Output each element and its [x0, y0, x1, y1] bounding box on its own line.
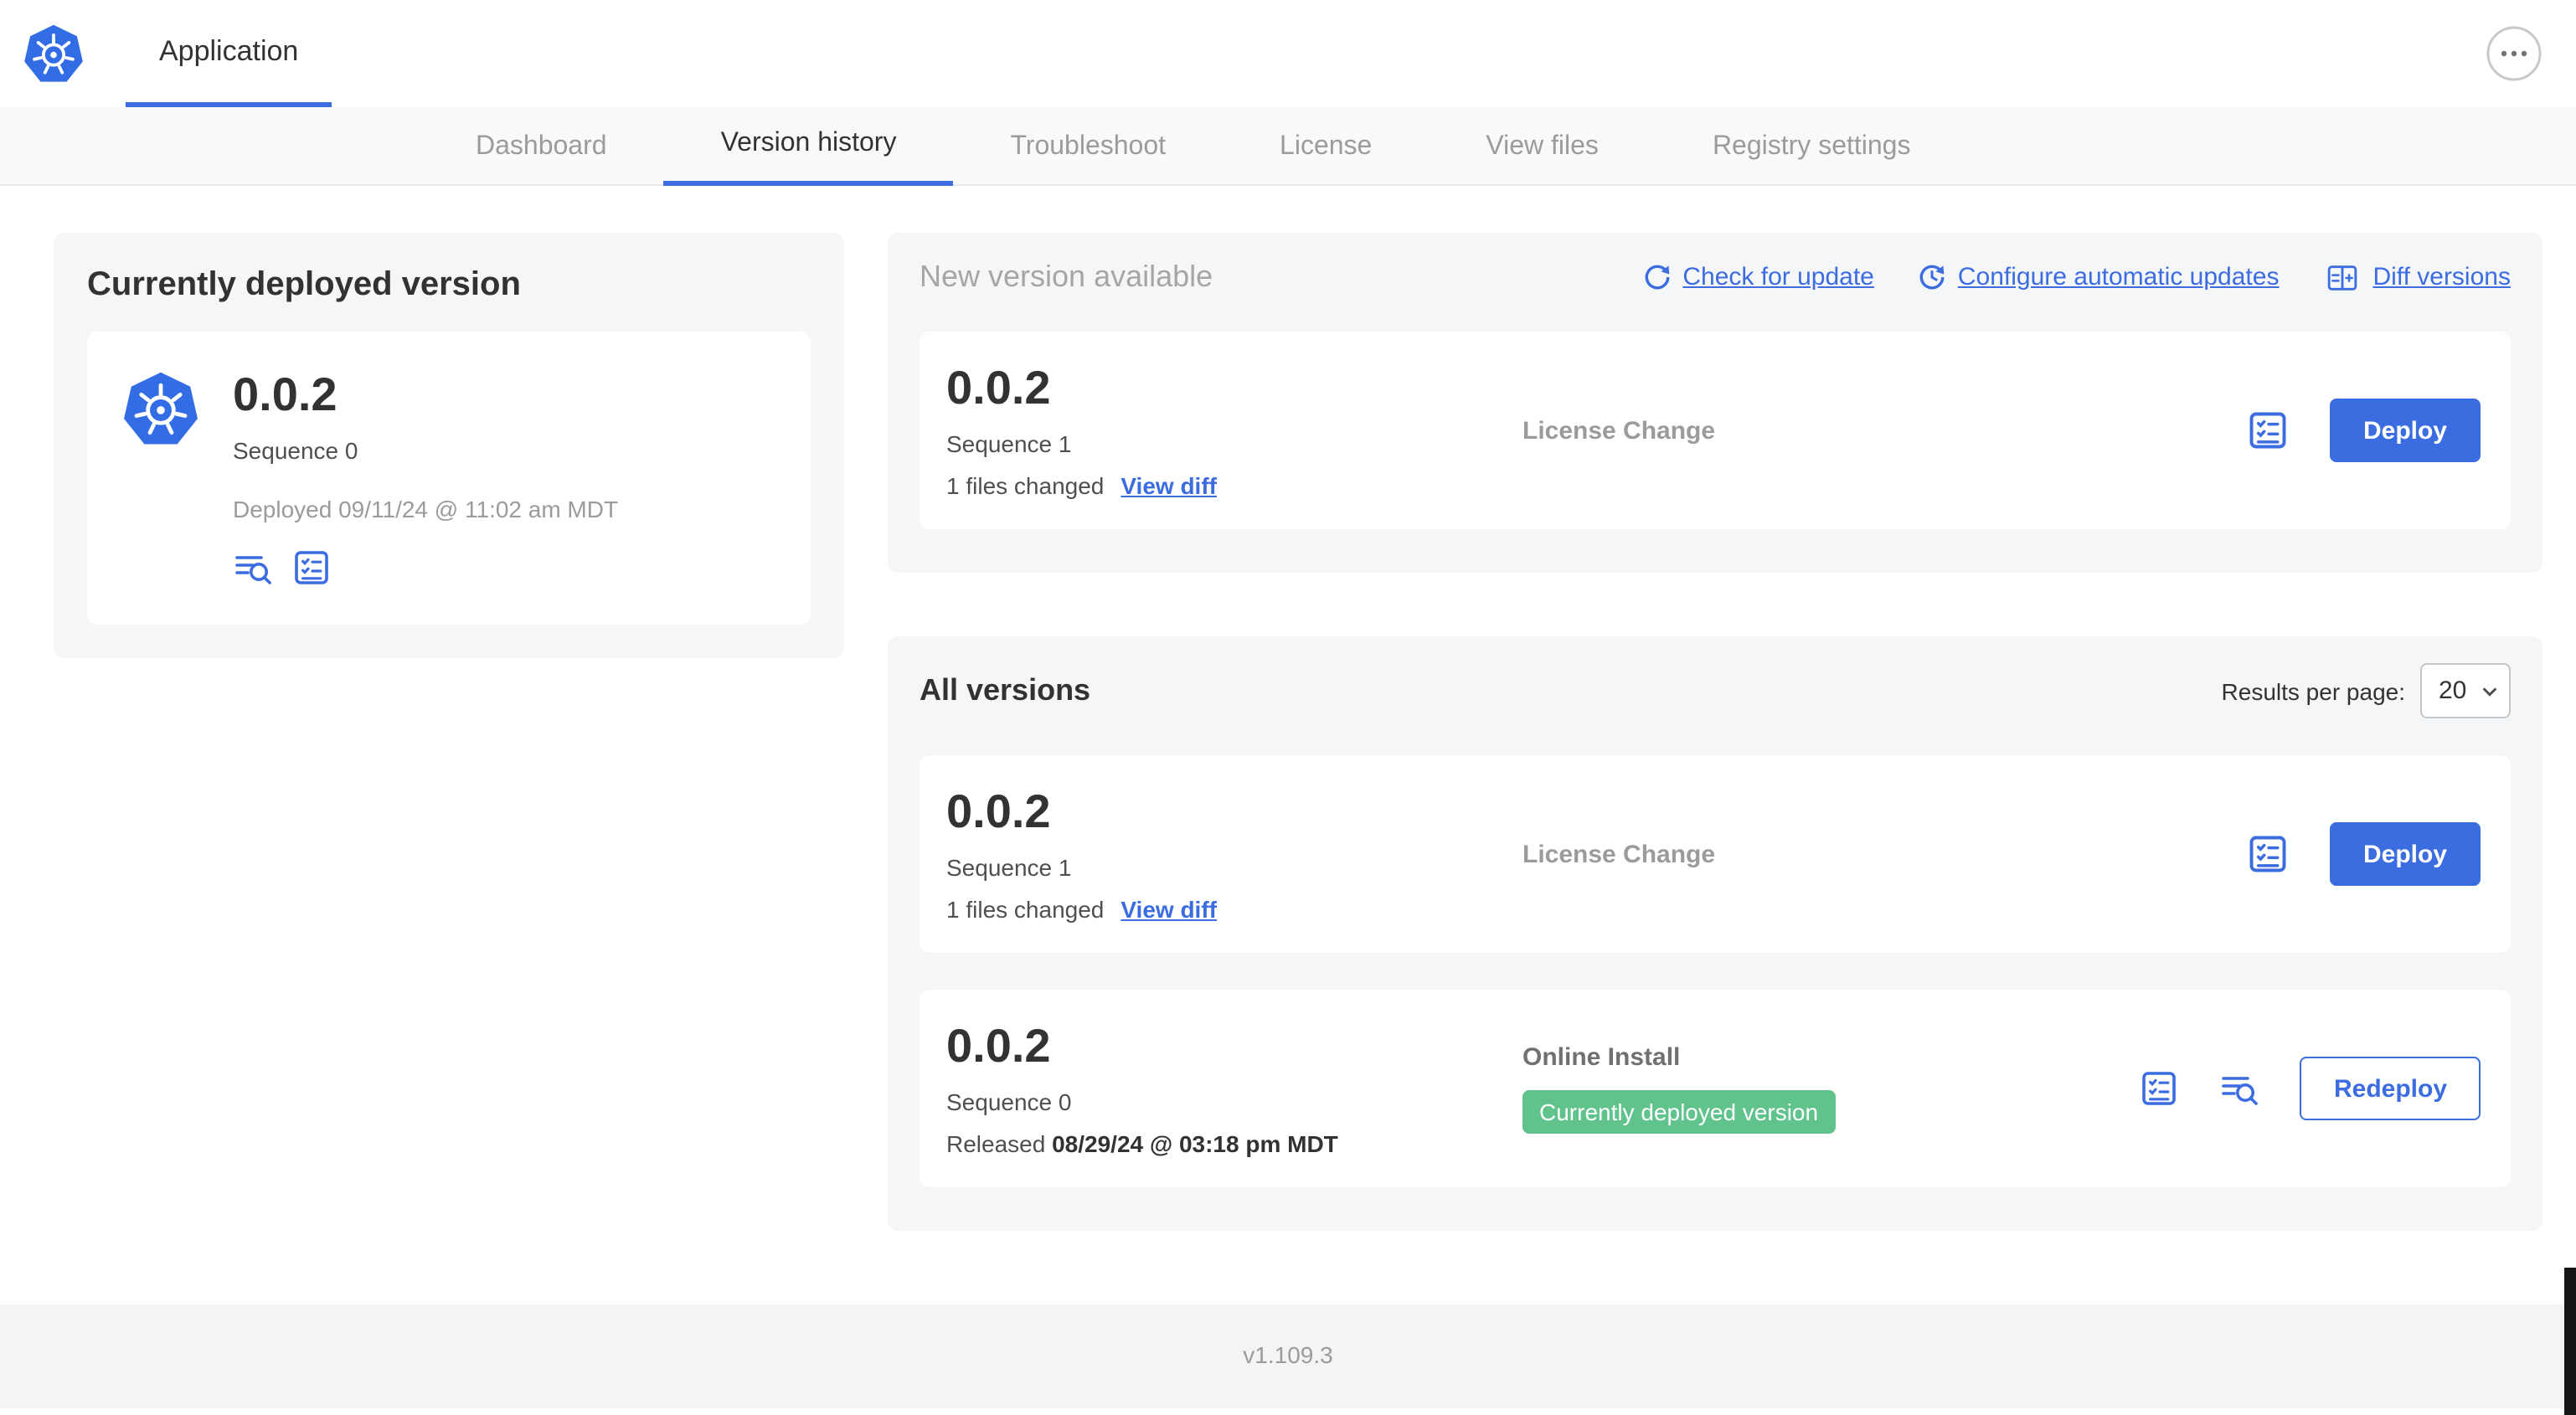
check-for-update-link[interactable]: Check for update — [1642, 263, 1874, 291]
new-version-title: New version available — [920, 260, 1213, 293]
currently-deployed-badge: Currently deployed version — [1522, 1090, 1836, 1134]
results-per-page-label: Results per page: — [2221, 677, 2405, 704]
tab-troubleshoot[interactable]: Troubleshoot — [953, 107, 1223, 186]
preflight-checks-icon[interactable] — [2246, 832, 2290, 876]
files-changed-row: 1 files changed View diff — [946, 472, 1522, 499]
tab-registry-settings[interactable]: Registry settings — [1656, 107, 1968, 186]
tab-registry-settings-label: Registry settings — [1712, 131, 1911, 160]
refresh-icon — [1644, 265, 1669, 290]
results-per-page-select[interactable]: 20 — [2420, 663, 2511, 718]
tab-version-history[interactable]: Version history — [663, 107, 954, 186]
app-nav-tabs: Dashboard Version history Troubleshoot L… — [0, 107, 2576, 186]
console-version: v1.109.3 — [1243, 1341, 1333, 1368]
app-tab-label: Application — [159, 34, 299, 66]
top-bar: Application — [0, 0, 2576, 107]
diff-versions-link[interactable]: Diff versions — [2322, 260, 2511, 294]
schedule-update-icon — [1919, 265, 1945, 290]
version-source-label: Online Install — [1522, 1043, 1681, 1072]
deployed-actions — [233, 548, 618, 588]
preflight-checks-icon[interactable] — [2246, 409, 2290, 452]
right-column: New version available Check for update C… — [888, 233, 2543, 1231]
files-changed-row: 1 files changed View diff — [946, 896, 1522, 923]
tab-troubleshoot-label: Troubleshoot — [1010, 131, 1167, 160]
tab-dashboard-label: Dashboard — [476, 131, 607, 160]
files-changed-text: 1 files changed — [946, 896, 1105, 923]
all-versions-title: All versions — [920, 673, 1091, 707]
new-version-number: 0.0.2 — [946, 362, 1051, 414]
new-version-source: License Change — [1522, 416, 2246, 445]
configure-automatic-updates-label: Configure automatic updates — [1957, 263, 2280, 291]
scrollbar-thumb[interactable] — [2564, 1268, 2576, 1415]
results-per-page: Results per page: 20 — [2222, 663, 2511, 718]
version-row: 0.0.2 Sequence 0 Released 08/29/24 @ 03:… — [920, 990, 2511, 1187]
released-date: 08/29/24 @ 03:18 pm MDT — [1052, 1130, 1338, 1157]
configure-automatic-updates-link[interactable]: Configure automatic updates — [1918, 263, 2280, 291]
diff-versions-label: Diff versions — [2372, 263, 2511, 291]
released-label: Released — [946, 1130, 1046, 1157]
version-row-source: Online Install Currently deployed versio… — [1522, 1043, 2140, 1134]
all-versions-header: All versions Results per page: 20 — [920, 663, 2511, 718]
admin-console-page: Application Dashboard Version history Tr… — [0, 0, 2576, 1415]
tab-view-files-label: View files — [1486, 131, 1599, 160]
preflight-checks-icon[interactable] — [2140, 1068, 2180, 1109]
version-row-source: License Change — [1522, 840, 2246, 868]
tab-dashboard[interactable]: Dashboard — [419, 107, 664, 186]
new-version-actions: Deploy — [2246, 399, 2484, 462]
tab-license-label: License — [1280, 131, 1373, 160]
version-sequence: Sequence 1 — [946, 854, 1072, 881]
tab-application[interactable]: Application — [126, 0, 332, 107]
version-actions: Check for update Configure automatic upd… — [1642, 260, 2511, 294]
footer: v1.109.3 — [0, 1304, 2576, 1408]
version-row: 0.0.2 Sequence 1 1 files changed View di… — [920, 755, 2511, 953]
released-timestamp: Released 08/29/24 @ 03:18 pm MDT — [946, 1130, 1522, 1157]
version-row-info: 0.0.2 Sequence 0 Released 08/29/24 @ 03:… — [946, 1020, 1522, 1157]
tab-view-files[interactable]: View files — [1429, 107, 1656, 186]
preflight-checks-icon[interactable] — [291, 548, 332, 588]
version-sequence: Sequence 0 — [946, 1088, 1072, 1115]
version-row-info: 0.0.2 Sequence 1 1 files changed View di… — [946, 785, 1522, 923]
view-diff-link[interactable]: View diff — [1121, 472, 1217, 499]
kubernetes-app-icon — [124, 372, 198, 445]
release-notes-icon[interactable] — [2220, 1068, 2260, 1109]
currently-deployed-title: Currently deployed version — [87, 266, 521, 303]
all-versions-panel: All versions Results per page: 20 0.0.2 … — [888, 636, 2543, 1231]
deployed-version-number: 0.0.2 — [233, 368, 337, 420]
new-version-card: 0.0.2 Sequence 1 1 files changed View di… — [920, 332, 2511, 529]
version-source-label: License Change — [1522, 840, 1716, 868]
tab-license[interactable]: License — [1223, 107, 1429, 186]
release-notes-icon[interactable] — [233, 548, 273, 588]
redeploy-button[interactable]: Redeploy — [2300, 1057, 2481, 1120]
tab-version-history-label: Version history — [720, 129, 897, 157]
check-for-update-label: Check for update — [1682, 263, 1874, 291]
view-diff-link[interactable]: View diff — [1121, 896, 1217, 923]
files-changed-text: 1 files changed — [946, 472, 1105, 499]
currently-deployed-card: 0.0.2 Sequence 0 Deployed 09/11/24 @ 11:… — [87, 332, 811, 625]
new-version-panel: New version available Check for update C… — [888, 233, 2543, 573]
currently-deployed-panel: Currently deployed version 0.0.2 Sequenc… — [54, 233, 844, 658]
deploy-button[interactable]: Deploy — [2329, 822, 2481, 886]
version-row-actions: Deploy — [2246, 822, 2484, 886]
deployed-sequence: Sequence 0 — [233, 437, 358, 464]
kubernetes-logo-icon — [24, 24, 83, 82]
more-options-button[interactable] — [2486, 25, 2543, 82]
results-per-page-select-wrap: 20 — [2420, 663, 2511, 718]
new-version-sequence: Sequence 1 — [946, 430, 1072, 457]
new-version-info: 0.0.2 Sequence 1 1 files changed View di… — [946, 362, 1522, 499]
main-content: Currently deployed version 0.0.2 Sequenc… — [0, 186, 2576, 1231]
version-number: 0.0.2 — [946, 1020, 1051, 1072]
deploy-button[interactable]: Deploy — [2329, 399, 2481, 462]
diff-icon — [2327, 265, 2357, 290]
version-row-actions: Redeploy — [2140, 1057, 2484, 1120]
deployed-timestamp: Deployed 09/11/24 @ 11:02 am MDT — [233, 496, 619, 522]
version-source-label: License Change — [1522, 416, 1716, 445]
new-version-header: New version available Check for update C… — [920, 260, 2511, 295]
deployed-version-info: 0.0.2 Sequence 0 Deployed 09/11/24 @ 11:… — [233, 368, 618, 588]
version-number: 0.0.2 — [946, 785, 1051, 837]
